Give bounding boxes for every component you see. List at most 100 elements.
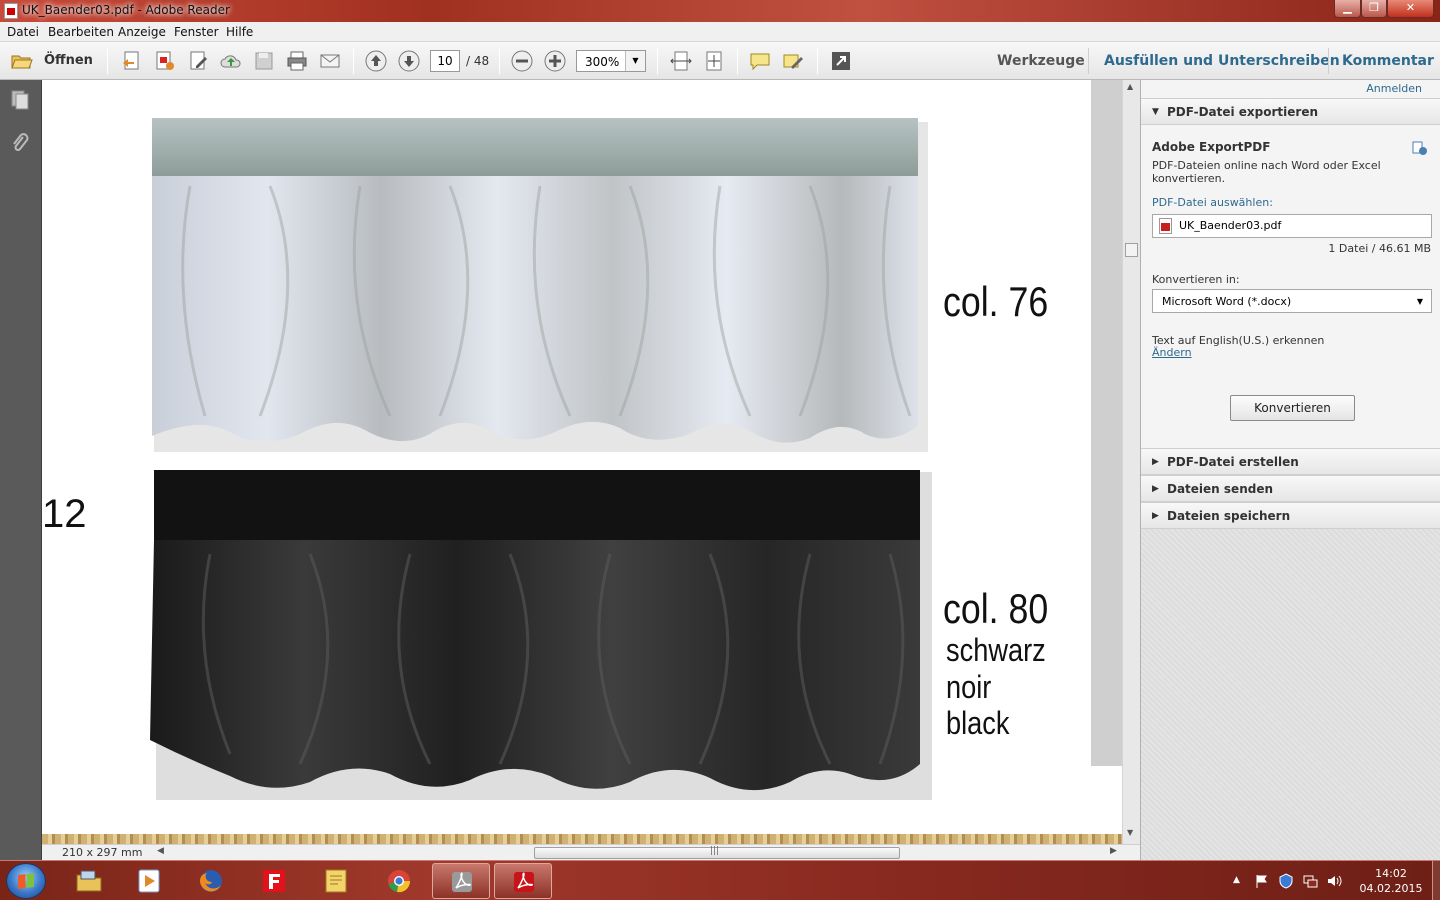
previous-page-button[interactable] <box>364 49 388 73</box>
adobe-reader-icon <box>514 872 534 892</box>
format-select[interactable]: Microsoft Word (*.docx) ▼ <box>1152 289 1432 313</box>
paperclip-icon <box>13 133 29 151</box>
zoom-in-button[interactable] <box>543 49 567 73</box>
comment-button[interactable] <box>748 49 772 73</box>
taskbar-firefox[interactable] <box>182 863 240 899</box>
flag-icon[interactable] <box>1254 873 1270 889</box>
plus-circle-icon <box>544 50 566 72</box>
fit-page-button[interactable] <box>702 49 726 73</box>
scroll-up-arrow-icon[interactable]: ▲ <box>1127 82 1133 91</box>
convert-button[interactable]: Konvertieren <box>1230 395 1355 421</box>
upload-button[interactable] <box>219 49 243 73</box>
taskbar-chrome[interactable] <box>370 863 428 899</box>
network-icon[interactable] <box>1302 873 1318 889</box>
clock[interactable]: 14:02 04.02.2015 <box>1356 866 1426 896</box>
security-shield-icon[interactable] <box>1278 873 1294 889</box>
start-button[interactable] <box>6 863 46 899</box>
taskbar: ▲ 14:02 04.02.2015 <box>0 860 1440 900</box>
menu-fenster[interactable]: Fenster <box>174 25 219 39</box>
maximize-icon: ❐ <box>1369 1 1379 14</box>
triangle-right-icon: ▶ <box>1152 511 1159 521</box>
minimize-button[interactable]: ▁ <box>1334 0 1361 18</box>
create-pdf-icon <box>123 51 139 70</box>
edit-button[interactable] <box>187 49 211 73</box>
page-size: 210 x 297 mm <box>62 846 143 859</box>
toolbar-separator <box>657 48 658 74</box>
page-number-input[interactable] <box>430 50 460 72</box>
chrome-icon <box>388 870 411 893</box>
scroll-right-arrow-icon[interactable]: ▶ <box>1110 846 1117 856</box>
chevron-down-icon[interactable]: ▼ <box>625 51 645 71</box>
grip-icon: ||| <box>710 846 720 856</box>
combine-files-button[interactable] <box>153 49 177 73</box>
vertical-scrollbar[interactable]: ▲ ▼ <box>1122 80 1140 844</box>
zoom-select[interactable]: 300% ▼ <box>576 50 646 72</box>
menu-bearbeiten[interactable]: Bearbeiten <box>48 25 114 39</box>
firefox-icon <box>200 870 222 892</box>
select-pdf-label: PDF-Datei auswählen: <box>1152 196 1273 209</box>
taskbar-explorer[interactable] <box>60 863 118 899</box>
close-button[interactable]: ✕ <box>1387 0 1434 18</box>
clock-date: 04.02.2015 <box>1359 882 1423 895</box>
color-label-col76: col. 76 <box>943 278 1049 325</box>
taskbar-foxit[interactable] <box>245 863 303 899</box>
signin-link[interactable]: Anmelden <box>1366 82 1422 95</box>
show-desktop-button[interactable] <box>1432 861 1440 900</box>
tray-expand-icon[interactable]: ▲ <box>1233 875 1240 885</box>
taskbar-media-player[interactable] <box>120 863 178 899</box>
printer-icon <box>287 51 307 71</box>
open-label[interactable]: Öffnen <box>44 53 93 68</box>
selected-file-field[interactable]: UK_Baender03.pdf <box>1152 214 1432 238</box>
scroll-down-arrow-icon[interactable]: ▼ <box>1127 828 1133 837</box>
explorer-icon <box>76 870 102 892</box>
email-button[interactable] <box>318 49 342 73</box>
zoom-out-button[interactable] <box>510 49 534 73</box>
fullscreen-button[interactable] <box>829 49 853 73</box>
tab-werkzeuge[interactable]: Werkzeuge <box>997 53 1085 69</box>
menu-anzeige[interactable]: Anzeige <box>118 25 166 39</box>
tab-separator <box>1328 48 1329 74</box>
fit-page-icon <box>706 51 722 71</box>
vertical-scroll-thumb[interactable] <box>1125 243 1138 257</box>
page-thumbnails-button[interactable] <box>9 89 31 111</box>
volume-icon[interactable] <box>1326 873 1342 889</box>
page-total: / 48 <box>466 54 490 68</box>
taskbar-adobe-reader[interactable] <box>494 863 552 899</box>
media-player-icon <box>138 869 160 893</box>
section-create-pdf[interactable]: ▶ PDF-Datei erstellen <box>1141 448 1440 475</box>
speech-bubble-icon <box>750 53 770 71</box>
section-send-files[interactable]: ▶ Dateien senden <box>1141 475 1440 502</box>
taskbar-notes[interactable] <box>307 863 365 899</box>
menu-hilfe[interactable]: Hilfe <box>226 25 253 39</box>
print-button[interactable] <box>285 49 309 73</box>
arrow-down-circle-icon <box>398 50 420 72</box>
toolbar-separator <box>107 48 108 74</box>
horizontal-scroll-thumb[interactable]: ||| <box>534 846 900 859</box>
export-info-icon[interactable] <box>1412 140 1428 156</box>
close-icon: ✕ <box>1405 1 1416 14</box>
folder-open-icon <box>11 55 33 69</box>
create-pdf-button[interactable] <box>120 49 144 73</box>
menu-datei[interactable]: Datei <box>7 25 39 39</box>
next-page-button[interactable] <box>397 49 421 73</box>
taskbar-acrobat-gray[interactable] <box>432 863 490 899</box>
section-store-files-label: Dateien speichern <box>1167 509 1291 523</box>
section-send-files-label: Dateien senden <box>1167 482 1274 496</box>
maximize-button[interactable]: ❐ <box>1361 0 1387 18</box>
document-view[interactable]: 12 col. 76 col. 80 schwarz noir black <box>42 80 1139 844</box>
fit-width-button[interactable] <box>669 49 693 73</box>
color-name-fr: noir <box>946 669 992 705</box>
attachments-button[interactable] <box>9 132 31 154</box>
scroll-left-arrow-icon[interactable]: ◀ <box>157 846 164 856</box>
envelope-icon <box>320 54 340 68</box>
panel-empty-area <box>1141 529 1440 860</box>
section-store-files[interactable]: ▶ Dateien speichern <box>1141 502 1440 529</box>
open-button[interactable] <box>10 49 34 73</box>
highlight-button[interactable] <box>781 49 805 73</box>
section-export-pdf[interactable]: ▼ PDF-Datei exportieren <box>1141 98 1440 125</box>
ocr-change-link[interactable]: Ändern <box>1152 346 1192 359</box>
save-button[interactable] <box>252 49 276 73</box>
tab-ausfuellen-unterschreiben[interactable]: Ausfüllen und Unterschreiben <box>1104 53 1340 69</box>
acrobat-gray-icon <box>452 872 472 892</box>
tab-kommentar[interactable]: Kommentar <box>1342 53 1434 69</box>
